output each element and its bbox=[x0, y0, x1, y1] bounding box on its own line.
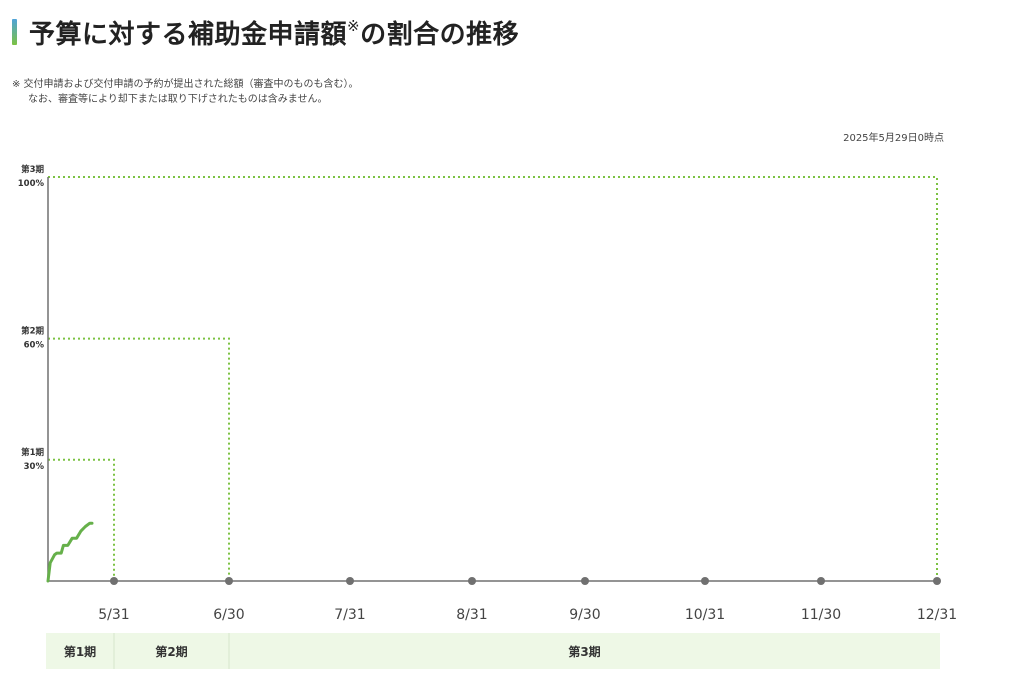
x-tick-dot bbox=[225, 577, 233, 585]
phase-label-1: 第1期 bbox=[21, 447, 44, 458]
phase-label-3: 第3期 bbox=[21, 164, 44, 175]
x-tick-label: 11/30 bbox=[801, 607, 841, 623]
phase-threshold-line-3 bbox=[48, 176, 938, 581]
x-tick-label: 8/31 bbox=[456, 607, 487, 623]
x-tick-dot bbox=[468, 577, 476, 585]
x-tick-dot bbox=[581, 577, 589, 585]
x-tick-label: 7/31 bbox=[334, 607, 365, 623]
phase-threshold-line-2 bbox=[48, 337, 230, 581]
phase-band-label-1: 第1期 bbox=[64, 644, 96, 659]
series-line-1 bbox=[46, 521, 94, 583]
x-tick-dot bbox=[346, 577, 354, 585]
x-tick-label: 5/31 bbox=[98, 607, 129, 623]
phase-percent-label-1: 30% bbox=[24, 462, 45, 472]
phase-band-label-3: 第3期 bbox=[568, 644, 600, 659]
phase-percent-label-2: 60% bbox=[24, 341, 45, 351]
progress-chart: 第1期 30% 第2期 60% 第3期 100% 5/31 6/30 7/31 8/31 9/30 1… bbox=[18, 164, 957, 669]
x-tick-dot bbox=[701, 577, 709, 585]
phase-label-2: 第2期 bbox=[21, 326, 44, 337]
x-tick-label: 9/30 bbox=[569, 607, 600, 623]
phase-band-label-2: 第2期 bbox=[155, 644, 187, 659]
page: 予算に対する補助金申請額※の割合の推移 ※ 交付申請および交付申請の予約が提出さ… bbox=[0, 0, 1024, 677]
x-tick-dot bbox=[817, 577, 825, 585]
x-tick-dot bbox=[110, 577, 118, 585]
phase-percent-label-3: 100% bbox=[18, 179, 45, 189]
x-tick-label: 6/30 bbox=[213, 607, 244, 623]
x-tick-dot bbox=[933, 577, 941, 585]
x-tick-label: 10/31 bbox=[685, 607, 725, 623]
phase-threshold-line-1 bbox=[48, 458, 115, 581]
x-tick-label: 12/31 bbox=[917, 607, 957, 623]
